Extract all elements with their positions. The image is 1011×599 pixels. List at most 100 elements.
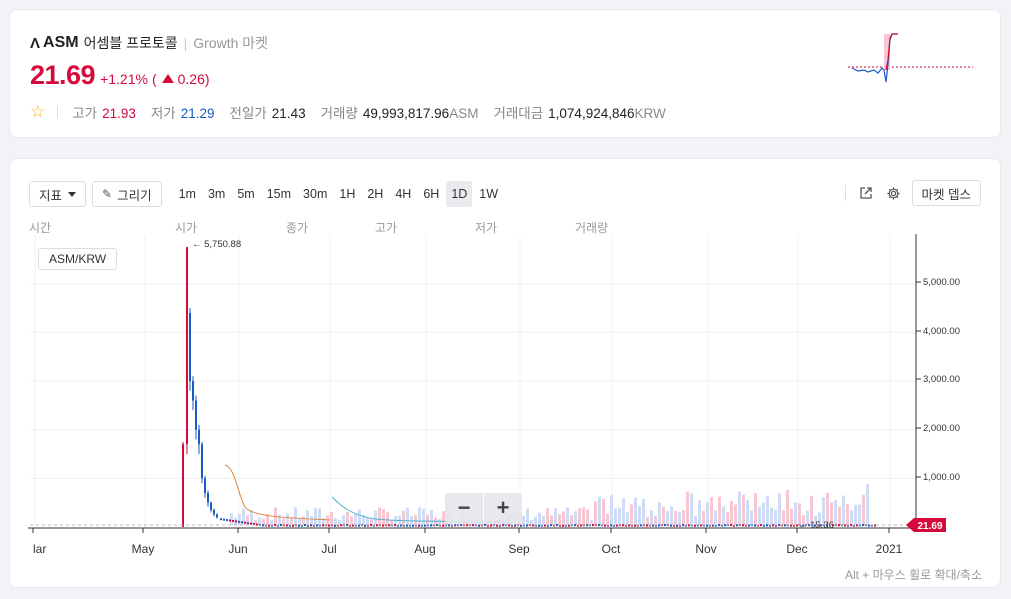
candle-small xyxy=(874,524,876,527)
candle-small xyxy=(442,524,444,527)
stats-divider xyxy=(57,106,59,118)
candle-small xyxy=(652,524,654,527)
volume-bar xyxy=(706,502,709,525)
prev-close-value: 21.43 xyxy=(271,106,306,121)
pair-label[interactable]: ASM/KRW xyxy=(38,248,118,270)
zoom-controls: − + xyxy=(445,493,522,523)
candle-small xyxy=(430,524,432,527)
candle-small xyxy=(250,522,252,525)
volume-bar xyxy=(426,514,429,525)
volume-bar xyxy=(642,499,645,525)
candle-small xyxy=(235,520,237,523)
pencil-icon: ✎ xyxy=(102,187,113,201)
volume-bar xyxy=(306,510,309,525)
volume-bar xyxy=(286,513,289,525)
volume-bar xyxy=(726,512,729,525)
interval-5m[interactable]: 5m xyxy=(232,181,259,207)
volume-bar xyxy=(566,507,569,525)
interval-2h[interactable]: 2H xyxy=(362,181,388,207)
volume-bar xyxy=(846,503,849,525)
candle-small xyxy=(562,524,564,527)
volume-bar xyxy=(438,518,441,525)
interval-1d[interactable]: 1D xyxy=(446,181,473,207)
zoom-hint: Alt + 마우스 휠로 확대/축소 xyxy=(844,568,982,582)
candle-small xyxy=(664,524,666,527)
candle-small xyxy=(352,524,354,527)
candle-small xyxy=(610,524,612,527)
candle-small xyxy=(556,524,558,527)
volume-bar xyxy=(338,519,341,525)
gear-icon[interactable] xyxy=(884,183,904,203)
change-amount: 0.26) xyxy=(177,71,210,87)
amount-label: 거래대금 xyxy=(493,106,544,121)
candle-small xyxy=(358,524,360,527)
candle-small xyxy=(634,524,636,527)
interval-1h[interactable]: 1H xyxy=(334,181,360,207)
candle-body xyxy=(201,444,203,479)
market-depth-button[interactable]: 마켓 뎁스 xyxy=(911,180,981,206)
interval-30m[interactable]: 30m xyxy=(298,181,332,207)
candle-small xyxy=(706,524,708,527)
candle-small xyxy=(484,524,486,527)
interval-6h[interactable]: 6H xyxy=(418,181,444,207)
interval-1m[interactable]: 1m xyxy=(174,181,201,207)
volume-bar xyxy=(366,517,369,525)
high-label: 고가 xyxy=(72,106,98,121)
candlestick-chart[interactable]: ← 5,750.88← 15.36 larMayJunJulAugSepOctN… xyxy=(30,235,918,529)
candle-small xyxy=(628,524,630,527)
interval-selector: 1m 3m 5m 15m 30m 1H 2H 4H 6H 1D 1W xyxy=(174,181,505,207)
external-link-icon[interactable] xyxy=(856,183,876,203)
zoom-in-button[interactable]: + xyxy=(484,493,522,523)
volume-bar xyxy=(310,516,313,525)
volume-bars xyxy=(230,483,869,525)
interval-3m[interactable]: 3m xyxy=(203,181,230,207)
candle-small xyxy=(472,524,474,527)
volume-bar xyxy=(758,506,761,525)
volume-bar xyxy=(694,516,697,525)
up-triangle-icon xyxy=(161,74,174,83)
volume-bar xyxy=(302,516,305,525)
candle-small xyxy=(712,524,714,527)
volume-bar xyxy=(346,511,349,525)
volume-bar xyxy=(742,494,745,525)
candle-small xyxy=(220,518,222,521)
candle-small xyxy=(688,524,690,527)
candle-small xyxy=(790,524,792,527)
volume-bar xyxy=(354,514,357,525)
volume-bar xyxy=(690,493,693,525)
candle-small xyxy=(850,524,852,527)
interval-4h[interactable]: 4H xyxy=(390,181,416,207)
chart-right-tools: 마켓 뎁스 xyxy=(844,180,981,206)
candle-body xyxy=(186,247,188,445)
candle-small xyxy=(424,524,426,527)
volume-bar xyxy=(586,509,589,525)
favorite-star-icon[interactable]: ☆ xyxy=(30,102,45,122)
candle-body xyxy=(182,444,184,527)
volume-bar xyxy=(650,510,653,525)
indicator-button[interactable]: 지표 xyxy=(29,181,87,207)
interval-15m[interactable]: 15m xyxy=(262,181,296,207)
candle-body xyxy=(213,509,215,515)
candle-small xyxy=(256,523,258,526)
draw-button[interactable]: ✎ 그리기 xyxy=(92,181,162,207)
candle-small xyxy=(766,524,768,527)
candle-small xyxy=(292,524,294,527)
interval-1w[interactable]: 1W xyxy=(474,181,503,207)
ohlc-legend: 시간 시가 종가 고가 저가 거래량 xyxy=(29,219,608,236)
volume-bar xyxy=(754,493,757,525)
candle-body xyxy=(189,312,191,382)
candle-small xyxy=(448,524,450,527)
volume-bar xyxy=(630,504,633,525)
volume-bar xyxy=(718,496,721,525)
zoom-out-button[interactable]: − xyxy=(445,493,483,523)
candle-small xyxy=(328,524,330,527)
tools-divider xyxy=(844,185,846,201)
volume-bar xyxy=(582,507,585,525)
amount-value: 1,074,924,846 xyxy=(548,106,635,121)
volume-bar xyxy=(730,501,733,525)
volume-bar xyxy=(314,508,317,525)
ticker-summary: Λ ASM 어셈블 프로토콜 | Growth 마켓 21.69 +1.21% … xyxy=(9,9,1001,138)
volume-bar xyxy=(794,502,797,525)
volume-bar xyxy=(570,515,573,525)
volume-bar xyxy=(662,506,665,525)
